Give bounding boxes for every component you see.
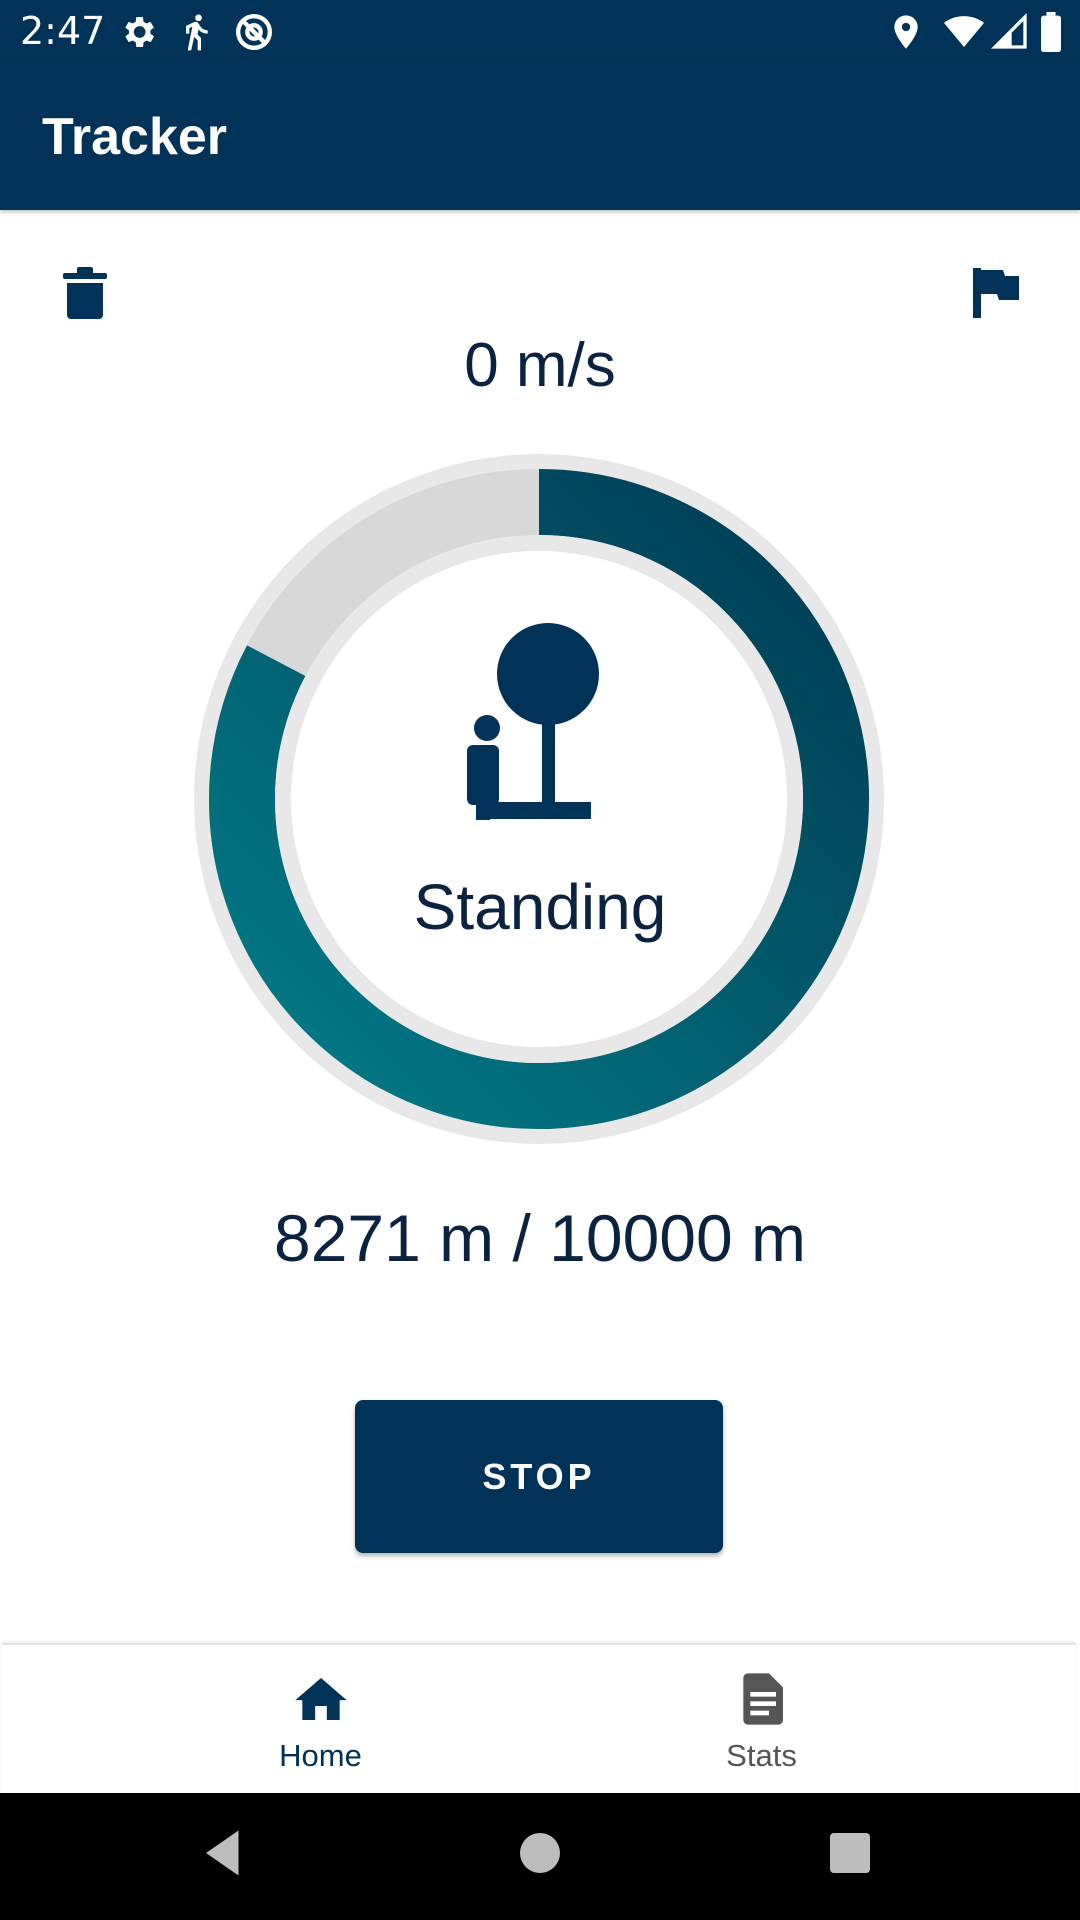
progress-ring <box>190 450 890 1150</box>
nav-label-stats: Stats <box>726 1738 797 1773</box>
status-bar: 2:47 <box>0 0 1080 63</box>
home-icon <box>293 1671 349 1727</box>
flag-icon <box>973 267 1019 323</box>
nav-item-stats[interactable]: Stats <box>493 1645 1030 1793</box>
gear-icon <box>118 12 158 52</box>
bottom-navigation: Home Stats <box>2 1643 1076 1793</box>
home-circle-icon[interactable] <box>510 1823 570 1883</box>
app-title: Tracker <box>42 108 228 166</box>
recents-square-icon[interactable] <box>820 1823 880 1883</box>
trash-icon <box>63 266 107 324</box>
tracker-screen: 2:47 Tracker 0 m/s Standing 8271 m / 100… <box>0 0 1080 1920</box>
app-bar: Tracker <box>0 63 1080 210</box>
cell-signal-icon <box>990 12 1030 52</box>
document-icon <box>734 1671 790 1727</box>
stop-button[interactable]: STOP <box>355 1400 723 1553</box>
at-sign-icon <box>234 12 274 52</box>
battery-icon <box>1038 12 1064 52</box>
location-pin-icon <box>886 12 926 52</box>
activity-label: Standing <box>413 871 667 943</box>
delete-button[interactable] <box>55 265 115 325</box>
running-person-icon <box>176 12 216 52</box>
distance-progress-text: 8271 m / 10000 m <box>274 1201 806 1275</box>
speed-value: 0 m/s <box>464 331 616 400</box>
back-icon[interactable] <box>196 1823 256 1883</box>
status-time: 2:47 <box>20 9 106 53</box>
wifi-icon <box>944 12 984 52</box>
finish-flag-button[interactable] <box>966 265 1026 325</box>
system-navigation-bar <box>0 1793 1080 1920</box>
